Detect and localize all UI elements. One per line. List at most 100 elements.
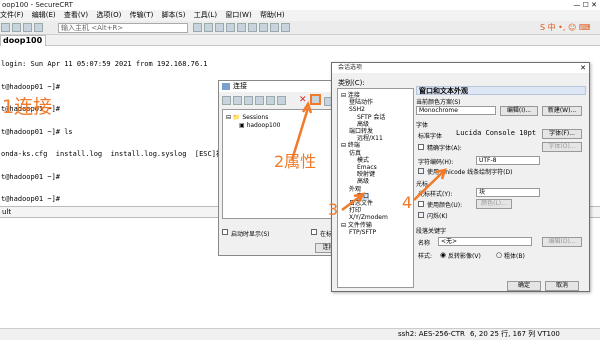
radio-reverse[interactable]: ◉ xyxy=(440,251,446,259)
keyword-name-select[interactable]: <无> xyxy=(438,237,532,246)
status-protocol: ssh2: AES-256-CTR xyxy=(398,330,465,338)
properties-icon[interactable] xyxy=(310,94,321,105)
new-session-icon[interactable] xyxy=(266,96,275,105)
copy-icon[interactable] xyxy=(244,96,253,105)
keyword-name-label: 名称 xyxy=(418,240,431,247)
delete-icon[interactable]: ✕ xyxy=(299,95,307,105)
annotation-properties: 2属性 xyxy=(274,152,317,171)
session-tab[interactable]: doop100 xyxy=(0,35,46,46)
title-bar: oop100 - SecureCRT xyxy=(0,0,600,10)
connect-icon[interactable] xyxy=(1,23,10,32)
reconnect-icon[interactable] xyxy=(34,23,43,32)
tree-item[interactable]: SFTP 会话 xyxy=(357,114,385,121)
category-label: 类别(C): xyxy=(338,79,365,87)
help-icon[interactable] xyxy=(281,23,290,32)
menu-transfer[interactable]: 传输(T) xyxy=(130,10,154,21)
copy-icon[interactable] xyxy=(193,23,202,32)
paste-icon[interactable] xyxy=(204,23,213,32)
new-folder-icon[interactable] xyxy=(277,96,286,105)
sftp-icon[interactable] xyxy=(259,23,268,32)
tree-item[interactable]: 端口转发 xyxy=(349,128,373,135)
font-button[interactable]: 字体(F)... xyxy=(542,129,582,139)
tree-item[interactable]: 外观 xyxy=(349,186,361,193)
menu-bar: 文件(F) 编辑(E) 查看(V) 选项(O) 传输(T) 脚本(S) 工具(L… xyxy=(0,10,600,21)
radio-reverse-label: 反转影像(V) xyxy=(448,253,481,260)
status-bar: ssh2: AES-256-CTR 6, 20 25 行, 167 列 VT10… xyxy=(0,328,600,340)
connect-icon[interactable] xyxy=(222,96,231,105)
blink-checkbox[interactable] xyxy=(418,212,424,218)
tree-item[interactable]: 登陆动作 xyxy=(349,99,373,106)
window-title: oop100 - SecureCRT xyxy=(2,1,73,9)
tree-item[interactable]: 窗口 xyxy=(357,192,370,200)
precise-font-button[interactable]: 字体(O)... xyxy=(542,142,582,152)
tree-item[interactable]: SSH2 xyxy=(349,106,365,113)
tree-item[interactable]: 高级 xyxy=(357,178,369,185)
options-icon[interactable] xyxy=(248,23,257,32)
startup-checkbox-label: 启动时显示(S) xyxy=(231,231,270,238)
tree-item[interactable]: 打印 xyxy=(349,207,361,214)
tree-item[interactable]: Emacs xyxy=(357,164,377,171)
menu-options[interactable]: 选项(O) xyxy=(96,10,121,21)
cursor-style-select[interactable]: 块 xyxy=(476,188,540,197)
cut-icon[interactable] xyxy=(233,96,242,105)
keyword-edit-button[interactable]: 编辑(D)... xyxy=(542,237,582,247)
precise-font-checkbox[interactable] xyxy=(418,144,424,150)
menu-file[interactable]: 文件(F) xyxy=(0,10,24,21)
close-icon[interactable]: ✕ xyxy=(580,63,586,73)
menu-script[interactable]: 脚本(S) xyxy=(162,10,186,21)
font-value: Lucida Console 10pt xyxy=(456,129,537,137)
tree-item[interactable]: 高级 xyxy=(357,121,369,128)
unicode-checkbox[interactable] xyxy=(418,168,424,174)
quick-connect-icon[interactable] xyxy=(12,23,21,32)
tab-connect-icon[interactable] xyxy=(23,23,32,32)
status-position: 6, 20 25 行, 167 列 VT100 xyxy=(470,330,560,338)
color-scheme-select[interactable]: Monochrome xyxy=(416,106,496,115)
tree-item[interactable]: 远程/X11 xyxy=(357,135,383,142)
tab-checkbox[interactable] xyxy=(311,229,317,235)
tree-node-sessions[interactable]: ⊟ 📁 Sessions xyxy=(226,114,268,121)
keymap-icon[interactable] xyxy=(270,23,279,32)
menu-tools[interactable]: 工具(L) xyxy=(194,10,217,21)
cancel-button[interactable]: 取消 xyxy=(545,281,579,291)
precise-font-label: 精确字体(A): xyxy=(427,145,462,152)
radio-bold[interactable]: ○ xyxy=(496,251,502,259)
tree-item[interactable]: FTP/SFTP xyxy=(349,229,376,236)
tree-item[interactable]: 日志文件 xyxy=(349,200,373,207)
ok-button[interactable]: 确定 xyxy=(507,281,541,291)
edit-scheme-button[interactable]: 编辑(I)... xyxy=(500,106,538,116)
charset-select[interactable]: UTF-8 xyxy=(476,156,540,165)
tree-item[interactable]: ⊟ 终端 xyxy=(341,142,360,149)
menu-window[interactable]: 窗口(W) xyxy=(225,10,251,21)
annotation-step3: 3 xyxy=(328,200,339,219)
command-window-label: ult xyxy=(2,208,12,216)
startup-checkbox[interactable] xyxy=(222,229,228,235)
tab-bar xyxy=(0,35,600,46)
cursor-color-label: 使用颜色(U): xyxy=(427,202,463,209)
menu-edit[interactable]: 编辑(E) xyxy=(32,10,56,21)
cursor-section-label: 光标 xyxy=(416,181,429,188)
new-scheme-button[interactable]: 新建(W)... xyxy=(542,106,582,116)
cursor-color-checkbox[interactable] xyxy=(418,201,424,207)
unicode-label: 使用 Unicode 线条绘制字符(D) xyxy=(427,169,513,176)
window-controls[interactable]: — ☐ ✕ xyxy=(556,0,600,10)
appearance-panel: 窗口和文本外观 当前颜色方案(S) Monochrome 编辑(I)... 新建… xyxy=(416,86,586,286)
menu-view[interactable]: 查看(V) xyxy=(64,10,88,21)
tree-item[interactable]: 仿真 xyxy=(349,150,361,157)
tree-item[interactable]: X/Y/Zmodem xyxy=(349,214,388,221)
settings-icon[interactable] xyxy=(237,23,246,32)
session-options-dialog: 会话选项 ✕ 类别(C): ⊟ 连接 登陆动作 SSH2 SFTP 会话 高级 端口转发远… xyxy=(331,62,590,292)
tree-node-hadoop100[interactable]: ▣ hadoop100 xyxy=(239,122,280,129)
cursor-color-button[interactable]: 颜色(L)... xyxy=(476,199,512,209)
paste-icon[interactable] xyxy=(255,96,264,105)
charset-label: 字符编码(H): xyxy=(418,159,454,166)
tree-item[interactable]: ⊟ 文件传输 xyxy=(341,222,372,229)
quick-connect-input[interactable]: 输入主机 <Alt+R> xyxy=(58,23,188,33)
menu-help[interactable]: 帮助(H) xyxy=(260,10,285,21)
tree-item[interactable]: ⊟ 连接 xyxy=(341,92,360,99)
tree-item[interactable]: 模式 xyxy=(357,157,369,164)
color-scheme-label: 当前颜色方案(S) xyxy=(416,99,461,106)
find-icon[interactable] xyxy=(215,23,224,32)
blink-label: 闪烁(K) xyxy=(427,213,448,220)
print-icon[interactable] xyxy=(226,23,235,32)
toolbar-icons-right xyxy=(192,21,291,36)
